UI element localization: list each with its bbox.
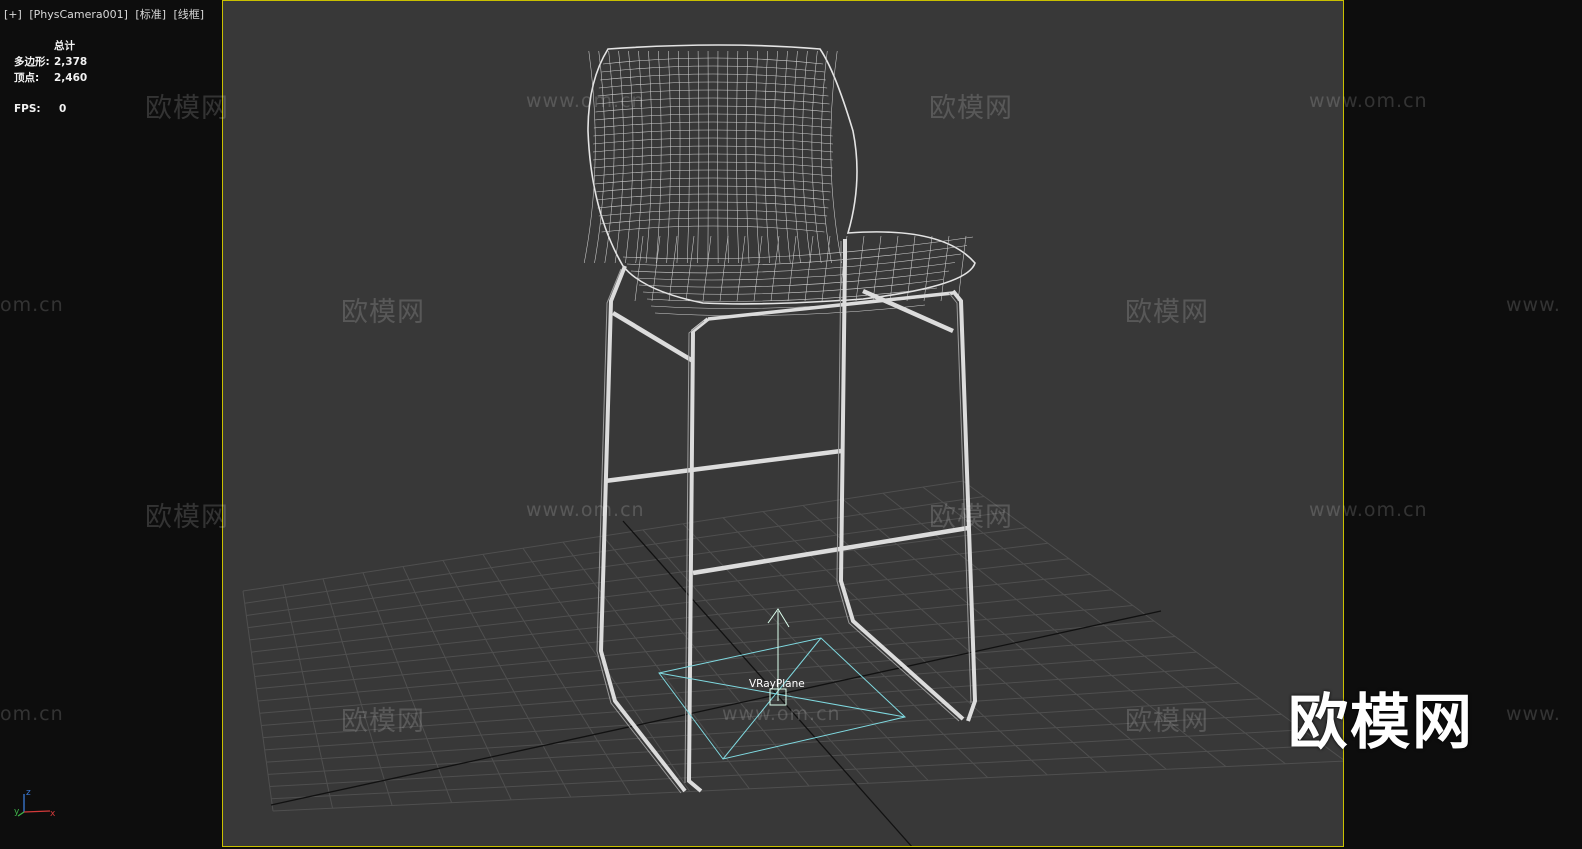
axis-tripod-icon: z x y <box>14 788 56 819</box>
watermark-brand: 欧模网 <box>145 93 229 124</box>
viewport-display-menu[interactable]: [线框] <box>174 8 205 21</box>
watermark-url-partial: om.cn <box>0 703 64 725</box>
stats-label: 多边形: <box>14 56 50 68</box>
axis-x-label: x <box>50 809 56 819</box>
fps-label: FPS: <box>14 103 41 115</box>
fps-value: 0 <box>59 103 67 115</box>
viewport-label[interactable]: [+] [PhysCamera001] [标准] [线框] <box>4 6 208 22</box>
ground-grid <box>242 480 1343 812</box>
watermark-url: www.om.cn <box>526 499 645 521</box>
watermark-brand: 欧模网 <box>1125 297 1209 328</box>
watermark-brand: 欧模网 <box>1125 706 1209 737</box>
watermark-brand: 欧模网 <box>929 502 1013 533</box>
watermark-url-partial: www. <box>1506 703 1561 725</box>
brand-logo: 欧模网 <box>1288 688 1474 758</box>
watermark-url-partial: www. <box>1506 294 1561 316</box>
stats-row-vertices: 顶点: 2,460 <box>14 70 87 86</box>
stats-value: 2,460 <box>54 72 88 84</box>
stats-row-fps: FPS: 0 <box>14 101 87 117</box>
watermark-brand: 欧模网 <box>341 706 425 737</box>
stats-value: 2,378 <box>54 56 88 68</box>
watermark-url: www.om.cn <box>526 90 645 112</box>
watermark-brand: 欧模网 <box>145 502 229 533</box>
stats-row-polygons: 多边形: 2,378 <box>14 54 87 70</box>
watermark-url: www.om.cn <box>722 703 841 725</box>
watermark-brand: 欧模网 <box>929 93 1013 124</box>
axis-y-label: y <box>14 807 20 817</box>
watermark-url: www.om.cn <box>1309 90 1428 112</box>
watermark-url-partial: om.cn <box>0 294 64 316</box>
watermark-brand: 欧模网 <box>341 297 425 328</box>
stats-label: 顶点: <box>14 72 40 84</box>
vray-plane-label: VRayPlane <box>749 678 805 690</box>
watermark-url: www.om.cn <box>1309 499 1428 521</box>
viewport-camera-menu[interactable]: [PhysCamera001] <box>29 8 128 21</box>
stats-header: 总计 <box>54 40 75 52</box>
scene-statistics: 总计 多边形: 2,378 顶点: 2,460 FPS: 0 <box>14 38 87 117</box>
viewport-menu-plus[interactable]: [+] <box>4 8 22 21</box>
axis-z-label: z <box>26 788 31 798</box>
viewport-shading-menu[interactable]: [标准] <box>135 8 166 21</box>
